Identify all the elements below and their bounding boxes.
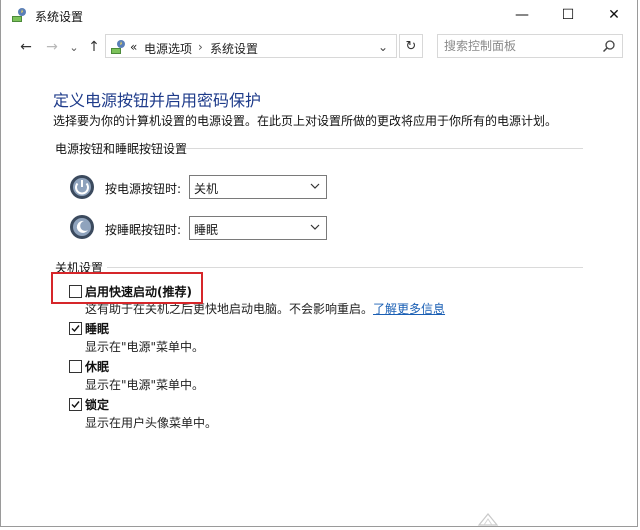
section-title-power-buttons: 电源按钮和睡眠按钮设置 <box>55 142 188 156</box>
power-options-icon <box>111 40 125 54</box>
power-button-action-select[interactable]: 关机 <box>189 175 327 199</box>
address-dropdown-icon[interactable]: ⌄ <box>378 40 388 54</box>
search-box[interactable] <box>437 34 623 58</box>
chevron-down-icon <box>310 224 320 230</box>
checkmark-icon <box>71 325 80 333</box>
power-options-icon <box>12 8 26 22</box>
address-bar[interactable]: « 电源选项 › 系统设置 ⌄ <box>105 34 397 58</box>
maximize-icon: ☐ <box>561 7 575 23</box>
breadcrumb-separator-icon[interactable]: › <box>198 40 203 54</box>
section-divider <box>107 267 583 268</box>
learn-more-link[interactable]: 了解更多信息 <box>373 302 445 316</box>
power-button-icon <box>70 175 94 199</box>
hibernate-checkbox[interactable] <box>69 360 82 373</box>
fast-startup-description-text: 这有助于在关机之后更快地启动电脑。不会影响重启。 <box>85 302 374 316</box>
power-button-label: 按电源按钮时: <box>105 182 182 196</box>
power-button-action-value: 关机 <box>194 182 219 196</box>
refresh-button[interactable]: ↻ <box>399 34 423 58</box>
maximize-button[interactable]: ☐ <box>545 0 591 30</box>
checkmark-icon <box>71 401 80 409</box>
up-button[interactable]: ↑ <box>85 38 103 56</box>
refresh-icon: ↻ <box>405 38 417 54</box>
chevron-down-icon: ⌄ <box>69 40 79 54</box>
title-bar: 系统设置 — ☐ ✕ <box>1 0 637 30</box>
sleep-checkbox[interactable] <box>69 322 82 335</box>
close-icon: ✕ <box>608 7 620 23</box>
lock-option-description: 显示在用户头像菜单中。 <box>85 416 218 430</box>
hibernate-option-label[interactable]: 休眠 <box>85 358 109 375</box>
chevron-down-icon <box>310 183 320 189</box>
address-overflow-icon[interactable]: « <box>130 40 137 54</box>
lock-checkbox[interactable] <box>69 398 82 411</box>
page-title: 定义电源按钮并启用密码保护 <box>53 91 262 110</box>
back-arrow-icon: ← <box>20 39 32 55</box>
forward-arrow-icon: → <box>46 39 58 55</box>
close-button[interactable]: ✕ <box>591 0 637 30</box>
section-divider <box>185 148 583 149</box>
sleep-button-icon <box>70 215 94 239</box>
sleep-button-label: 按睡眠按钮时: <box>105 223 182 237</box>
sleep-option-description: 显示在"电源"菜单中。 <box>85 340 205 354</box>
search-icon[interactable] <box>602 39 616 53</box>
recent-locations-button[interactable]: ⌄ <box>65 38 83 56</box>
window-title: 系统设置 <box>35 10 84 24</box>
hibernate-option-description: 显示在"电源"菜单中。 <box>85 378 205 392</box>
lock-option-label[interactable]: 锁定 <box>85 396 109 413</box>
sleep-button-action-value: 睡眠 <box>194 223 219 237</box>
highlight-annotation <box>51 272 203 304</box>
minimize-button[interactable]: — <box>499 0 545 30</box>
breadcrumb-system-settings[interactable]: 系统设置 <box>210 40 258 57</box>
forward-button[interactable]: → <box>43 38 61 56</box>
breadcrumb-power-options[interactable]: 电源选项 <box>144 40 192 57</box>
page-description: 选择要为你的计算机设置的电源设置。在此页上对设置所做的更改将应用于你所有的电源计… <box>53 114 558 128</box>
sleep-button-action-select[interactable]: 睡眠 <box>189 216 327 240</box>
back-button[interactable]: ← <box>17 38 35 56</box>
control-panel-window: 系统设置 — ☐ ✕ ← → ⌄ ↑ « 电源选项 › 系统设置 ⌄ ↻ 定义电… <box>0 0 638 527</box>
watermark-logo-icon <box>477 513 499 526</box>
search-input[interactable] <box>444 38 594 54</box>
minimize-icon: — <box>515 7 529 23</box>
sleep-option-label[interactable]: 睡眠 <box>85 320 109 337</box>
up-arrow-icon: ↑ <box>88 39 100 55</box>
